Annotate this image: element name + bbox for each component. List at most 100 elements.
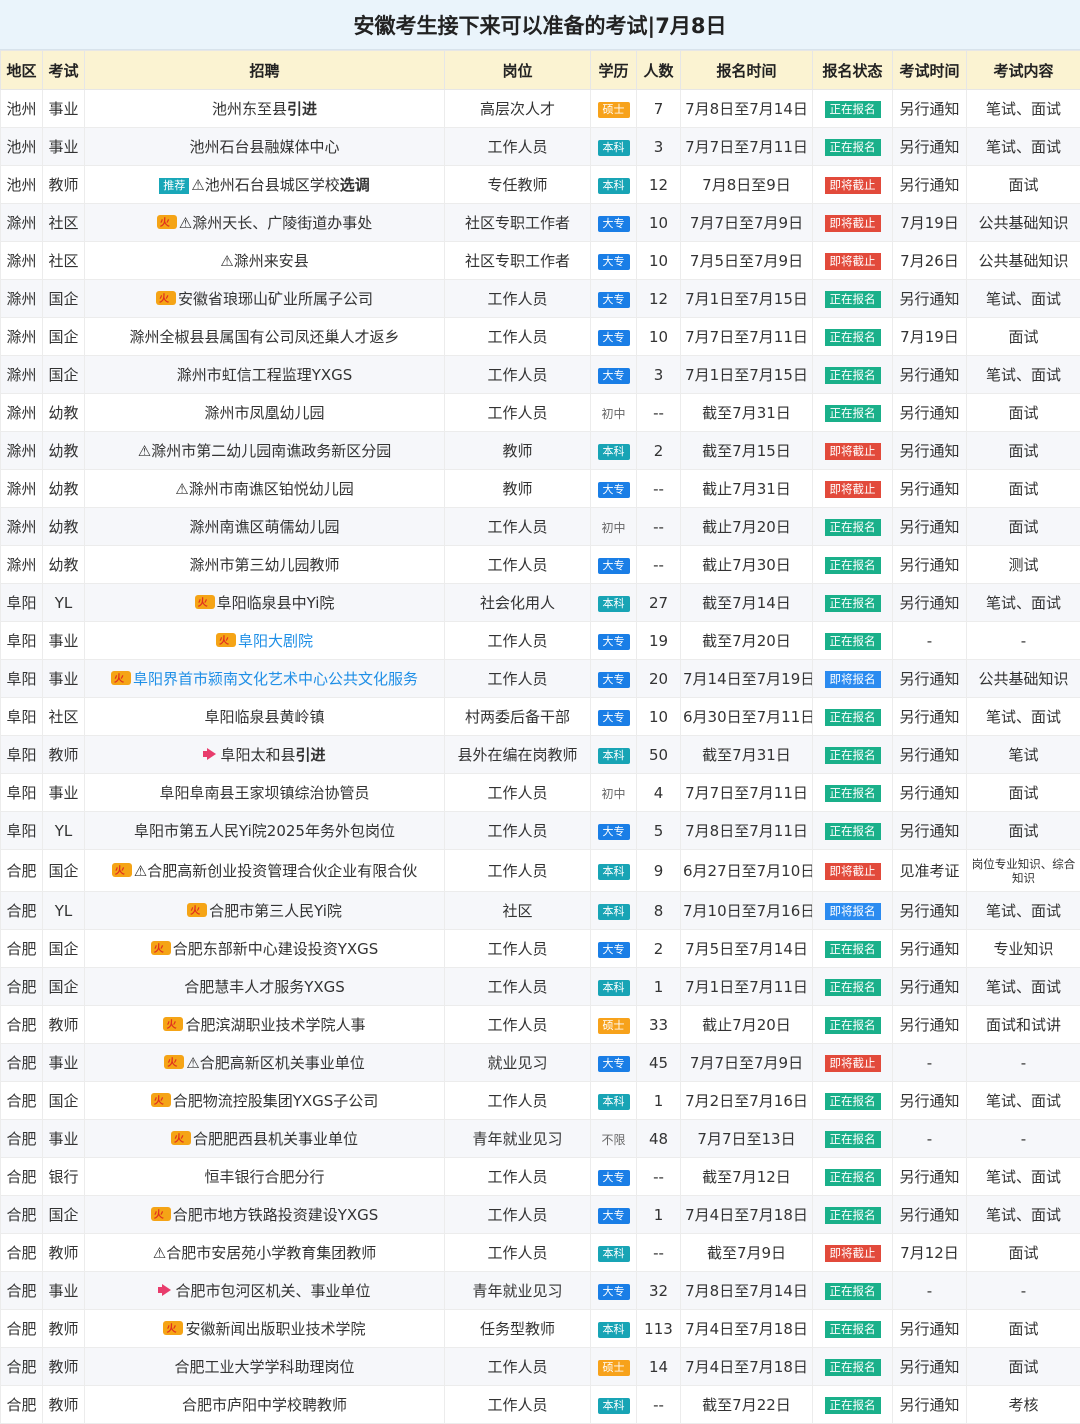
table-row[interactable]: 合肥教师合肥市庐阳中学校聘教师工作人员本科--截至7月22日正在报名另行通知考核 [1, 1386, 1080, 1424]
table-row[interactable]: 阜阳YL阜阳临泉县中Yi院社会化用人本科27截至7月14日正在报名另行通知笔试、… [1, 584, 1080, 622]
cell-recruit[interactable]: 阜阳太和县引进 [85, 736, 445, 774]
recruit-name[interactable]: 合肥肥西县机关事业单位 [193, 1130, 358, 1148]
table-row[interactable]: 滁州幼教滁州南谯区萌儒幼儿园工作人员初中--截止7月20日正在报名另行通知面试 [1, 508, 1080, 546]
recruit-name[interactable]: 滁州全椒县县属国有公司凤还巢人才返乡 [129, 328, 399, 346]
cell-recruit[interactable]: 滁州市虹信工程监理YXGS [85, 356, 445, 394]
table-row[interactable]: 合肥教师合肥工业大学学科助理岗位工作人员硕士147月4日至7月18日正在报名另行… [1, 1348, 1080, 1386]
table-row[interactable]: 阜阳教师阜阳太和县引进县外在编在岗教师本科50截至7月31日正在报名另行通知笔试 [1, 736, 1080, 774]
cell-recruit[interactable]: 滁州市第三幼儿园教师 [85, 546, 445, 584]
recruit-name[interactable]: 阜阳临泉县黄岭镇 [204, 708, 324, 726]
recruit-name[interactable]: 安徽省琅琊山矿业所属子公司 [178, 290, 373, 308]
cell-recruit[interactable]: 阜阳临泉县黄岭镇 [85, 698, 445, 736]
table-row[interactable]: 阜阳事业阜阳阜南县王家坝镇综治协管员工作人员初中47月7日至7月11日正在报名另… [1, 774, 1080, 812]
table-row[interactable]: 阜阳事业阜阳界首市颍南文化艺术中心公共文化服务工作人员大专207月14日至7月1… [1, 660, 1080, 698]
cell-recruit[interactable]: 滁州南谯区萌儒幼儿园 [85, 508, 445, 546]
cell-recruit[interactable]: 合肥工业大学学科助理岗位 [85, 1348, 445, 1386]
table-row[interactable]: 合肥教师合肥滨湖职业技术学院人事工作人员硕士33截止7月20日正在报名另行通知面… [1, 1006, 1080, 1044]
cell-recruit[interactable]: 合肥肥西县机关事业单位 [85, 1120, 445, 1158]
recruit-name[interactable]: ⚠滁州市第二幼儿园南谯政务新区分园 [138, 442, 391, 460]
cell-recruit[interactable]: 阜阳临泉县中Yi院 [85, 584, 445, 622]
recruit-name[interactable]: 阜阳市第五人民Yi院2025年务外包岗位 [134, 822, 395, 840]
recruit-name[interactable]: 合肥东部新中心建设投资YXGS [173, 940, 379, 958]
cell-recruit[interactable]: 推荐⚠池州石台县城区学校选调 [85, 166, 445, 204]
recruit-name[interactable]: ⚠滁州市南谯区铂悦幼儿园 [175, 480, 353, 498]
recruit-name[interactable]: ⚠滁州来安县 [220, 252, 308, 270]
table-row[interactable]: 合肥YL合肥市第三人民Yi院社区本科87月10日至7月16日即将报名另行通知笔试… [1, 892, 1080, 930]
cell-recruit[interactable]: 合肥市庐阳中学校聘教师 [85, 1386, 445, 1424]
cell-recruit[interactable]: 池州石台县融媒体中心 [85, 128, 445, 166]
cell-recruit[interactable]: 滁州全椒县县属国有公司凤还巢人才返乡 [85, 318, 445, 356]
recruit-name[interactable]: ⚠合肥市安居苑小学教育集团教师 [153, 1244, 376, 1262]
cell-recruit[interactable]: 合肥市包河区机关、事业单位 [85, 1272, 445, 1310]
recruit-name[interactable]: 安徽新闻出版职业技术学院 [185, 1320, 365, 1338]
recruit-name[interactable]: 阜阳阜南县王家坝镇综治协管员 [159, 784, 369, 802]
cell-recruit[interactable]: ⚠滁州天长、广陵街道办事处 [85, 204, 445, 242]
cell-recruit[interactable]: 安徽省琅琊山矿业所属子公司 [85, 280, 445, 318]
table-row[interactable]: 合肥事业合肥市包河区机关、事业单位青年就业见习大专327月8日至7月14日正在报… [1, 1272, 1080, 1310]
table-row[interactable]: 阜阳事业阜阳大剧院工作人员大专19截至7月20日正在报名-- [1, 622, 1080, 660]
cell-recruit[interactable]: 滁州市凤凰幼儿园 [85, 394, 445, 432]
table-row[interactable]: 池州事业池州东至县引进高层次人才硕士77月8日至7月14日正在报名另行通知笔试、… [1, 90, 1080, 128]
cell-recruit[interactable]: ⚠合肥市安居苑小学教育集团教师 [85, 1234, 445, 1272]
table-row[interactable]: 合肥教师安徽新闻出版职业技术学院任务型教师本科1137月4日至7月18日正在报名… [1, 1310, 1080, 1348]
cell-recruit[interactable]: ⚠合肥高新创业投资管理合伙企业有限合伙 [85, 850, 445, 892]
table-row[interactable]: 滁州国企安徽省琅琊山矿业所属子公司工作人员大专127月1日至7月15日正在报名另… [1, 280, 1080, 318]
cell-recruit[interactable]: 阜阳阜南县王家坝镇综治协管员 [85, 774, 445, 812]
cell-recruit[interactable]: ⚠合肥高新区机关事业单位 [85, 1044, 445, 1082]
recruit-name[interactable]: 阜阳界首市颍南文化艺术中心公共文化服务 [133, 670, 418, 688]
cell-recruit[interactable]: 阜阳市第五人民Yi院2025年务外包岗位 [85, 812, 445, 850]
cell-recruit[interactable]: 阜阳大剧院 [85, 622, 445, 660]
table-row[interactable]: 合肥国企合肥物流控股集团YXGS子公司工作人员本科17月2日至7月16日正在报名… [1, 1082, 1080, 1120]
cell-recruit[interactable]: ⚠滁州来安县 [85, 242, 445, 280]
cell-recruit[interactable]: ⚠滁州市南谯区铂悦幼儿园 [85, 470, 445, 508]
table-row[interactable]: 合肥事业合肥肥西县机关事业单位青年就业见习不限487月7日至13日正在报名-- [1, 1120, 1080, 1158]
recruit-name[interactable]: ⚠合肥高新创业投资管理合伙企业有限合伙 [134, 862, 417, 880]
recruit-name[interactable]: 合肥慧丰人才服务YXGS [184, 978, 345, 996]
recruit-name[interactable]: 滁州市虹信工程监理YXGS [177, 366, 353, 384]
cell-recruit[interactable]: 安徽新闻出版职业技术学院 [85, 1310, 445, 1348]
table-row[interactable]: 滁州幼教滁州市凤凰幼儿园工作人员初中--截至7月31日正在报名另行通知面试 [1, 394, 1080, 432]
cell-recruit[interactable]: 合肥滨湖职业技术学院人事 [85, 1006, 445, 1044]
table-row[interactable]: 滁州社区⚠滁州来安县社区专职工作者大专107月5日至7月9日即将截止7月26日公… [1, 242, 1080, 280]
recruit-name[interactable]: ⚠池州石台县城区学校 [191, 176, 339, 194]
table-row[interactable]: 阜阳YL阜阳市第五人民Yi院2025年务外包岗位工作人员大专57月8日至7月11… [1, 812, 1080, 850]
table-row[interactable]: 池州教师推荐⚠池州石台县城区学校选调专任教师本科127月8日至9日即将截止另行通… [1, 166, 1080, 204]
recruit-name[interactable]: 池州东至县 [212, 100, 287, 118]
table-row[interactable]: 合肥教师⚠合肥市安居苑小学教育集团教师工作人员本科--截至7月9日即将截止7月1… [1, 1234, 1080, 1272]
recruit-name[interactable]: 滁州南谯区萌儒幼儿园 [189, 518, 339, 536]
recruit-name[interactable]: 合肥市第三人民Yi院 [209, 902, 342, 920]
cell-recruit[interactable]: 合肥市地方铁路投资建设YXGS [85, 1196, 445, 1234]
cell-recruit[interactable]: 恒丰银行合肥分行 [85, 1158, 445, 1196]
recruit-name[interactable]: ⚠合肥高新区机关事业单位 [186, 1054, 364, 1072]
recruit-name[interactable]: 阜阳大剧院 [238, 632, 313, 650]
cell-recruit[interactable]: 阜阳界首市颍南文化艺术中心公共文化服务 [85, 660, 445, 698]
table-row[interactable]: 合肥国企合肥慧丰人才服务YXGS工作人员本科17月1日至7月11日正在报名另行通… [1, 968, 1080, 1006]
table-row[interactable]: 合肥事业⚠合肥高新区机关事业单位就业见习大专457月7日至7月9日即将截止-- [1, 1044, 1080, 1082]
table-row[interactable]: 滁州幼教⚠滁州市南谯区铂悦幼儿园教师大专--截止7月31日即将截止另行通知面试 [1, 470, 1080, 508]
table-row[interactable]: 滁州幼教⚠滁州市第二幼儿园南谯政务新区分园教师本科2截至7月15日即将截止另行通… [1, 432, 1080, 470]
cell-recruit[interactable]: ⚠滁州市第二幼儿园南谯政务新区分园 [85, 432, 445, 470]
table-row[interactable]: 阜阳社区阜阳临泉县黄岭镇村两委后备干部大专106月30日至7月11日正在报名另行… [1, 698, 1080, 736]
table-row[interactable]: 合肥国企合肥东部新中心建设投资YXGS工作人员大专27月5日至7月14日正在报名… [1, 930, 1080, 968]
table-row[interactable]: 滁州社区⚠滁州天长、广陵街道办事处社区专职工作者大专107月7日至7月9日即将截… [1, 204, 1080, 242]
recruit-name[interactable]: 恒丰银行合肥分行 [204, 1168, 324, 1186]
recruit-name[interactable]: 合肥市包河区机关、事业单位 [175, 1282, 370, 1300]
recruit-name[interactable]: 池州石台县融媒体中心 [189, 138, 339, 156]
recruit-name[interactable]: ⚠滁州天长、广陵街道办事处 [179, 214, 372, 232]
cell-recruit[interactable]: 池州东至县引进 [85, 90, 445, 128]
table-row[interactable]: 合肥银行恒丰银行合肥分行工作人员大专--截至7月12日正在报名另行通知笔试、面试 [1, 1158, 1080, 1196]
recruit-name[interactable]: 合肥物流控股集团YXGS子公司 [173, 1092, 379, 1110]
recruit-name[interactable]: 合肥工业大学学科助理岗位 [174, 1358, 354, 1376]
table-row[interactable]: 池州事业池州石台县融媒体中心工作人员本科37月7日至7月11日正在报名另行通知笔… [1, 128, 1080, 166]
table-row[interactable]: 滁州国企滁州全椒县县属国有公司凤还巢人才返乡工作人员大专107月7日至7月11日… [1, 318, 1080, 356]
table-row[interactable]: 滁州国企滁州市虹信工程监理YXGS工作人员大专37月1日至7月15日正在报名另行… [1, 356, 1080, 394]
recruit-name[interactable]: 滁州市凤凰幼儿园 [204, 404, 324, 422]
table-row[interactable]: 滁州幼教滁州市第三幼儿园教师工作人员大专--截止7月30日正在报名另行通知测试 [1, 546, 1080, 584]
cell-recruit[interactable]: 合肥东部新中心建设投资YXGS [85, 930, 445, 968]
recruit-name[interactable]: 阜阳临泉县中Yi院 [217, 594, 335, 612]
cell-recruit[interactable]: 合肥市第三人民Yi院 [85, 892, 445, 930]
cell-recruit[interactable]: 合肥慧丰人才服务YXGS [85, 968, 445, 1006]
recruit-name[interactable]: 合肥市地方铁路投资建设YXGS [173, 1206, 379, 1224]
recruit-name[interactable]: 阜阳太和县 [220, 746, 295, 764]
recruit-name[interactable]: 合肥市庐阳中学校聘教师 [182, 1396, 347, 1414]
